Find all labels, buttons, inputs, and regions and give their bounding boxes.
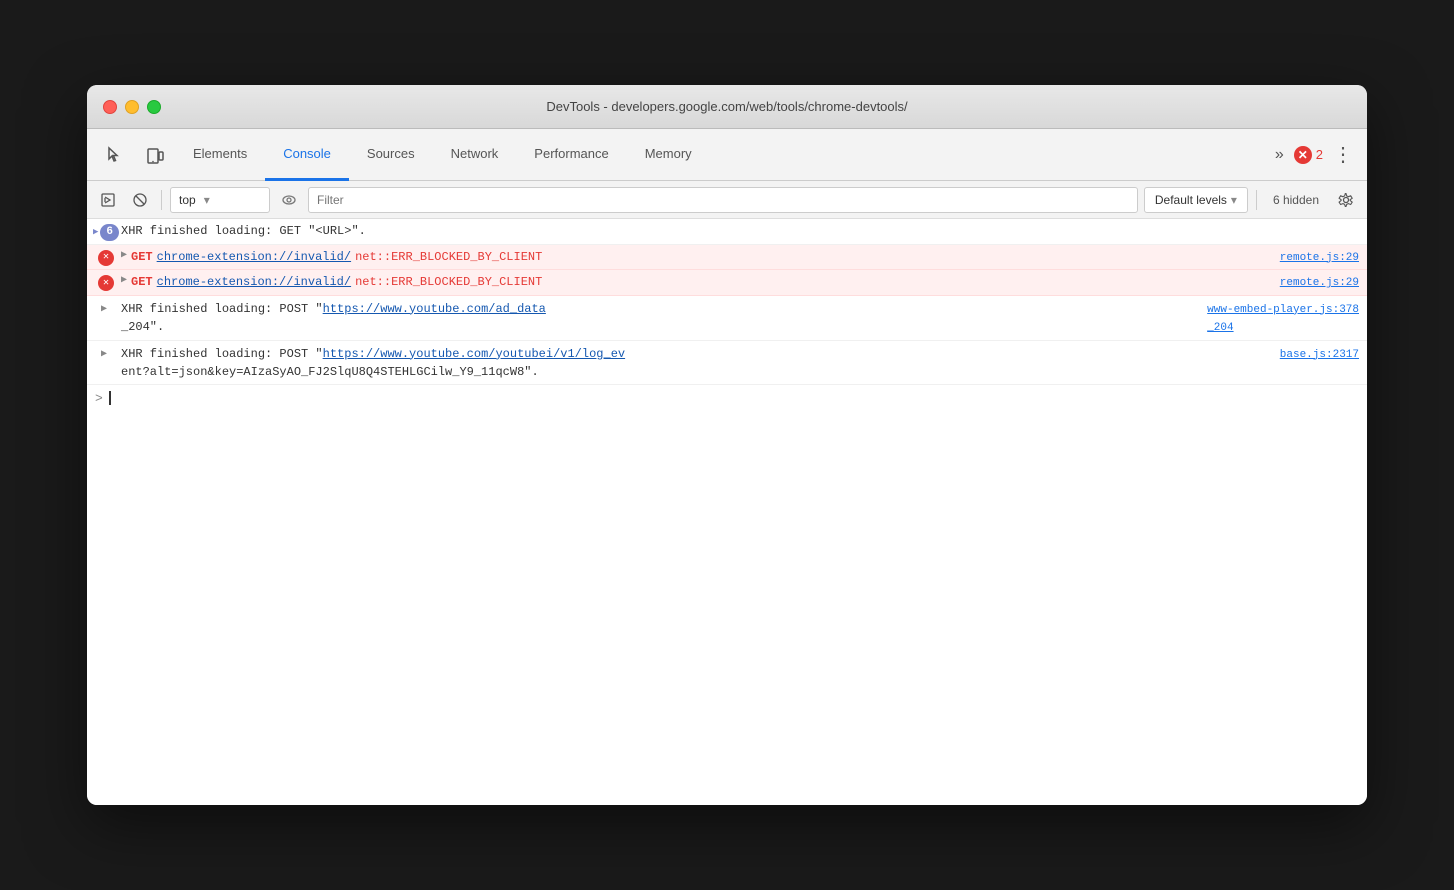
console-row-1: ▶ 6 XHR finished loading: GET "<URL>".: [87, 219, 1367, 245]
devtools-window: DevTools - developers.google.com/web/too…: [87, 85, 1367, 805]
console-cursor: [109, 391, 111, 405]
row2-method: GET: [131, 248, 153, 266]
window-title: DevTools - developers.google.com/web/too…: [546, 99, 907, 114]
row4-arrow[interactable]: ▶: [101, 302, 107, 317]
cursor-icon: [106, 146, 124, 164]
row4-source2[interactable]: _204: [1191, 320, 1233, 337]
devtools-menu-button[interactable]: ⋮: [1327, 142, 1359, 167]
row2-source[interactable]: remote.js:29: [1264, 250, 1359, 267]
row3-icon: ✕: [95, 275, 117, 291]
error-x-icon: ✕: [98, 250, 114, 266]
row5-url[interactable]: https://www.youtube.com/youtubei/v1/log_…: [323, 347, 625, 361]
console-output: ▶ 6 XHR finished loading: GET "<URL>". ✕…: [87, 219, 1367, 805]
row4-content: XHR finished loading: POST "https://www.…: [121, 300, 1359, 337]
error-badge-icon: ✕: [1294, 146, 1312, 164]
row1-icon: ▶ 6: [95, 224, 117, 241]
tabbar-right: » ✕ 2 ⋮: [1269, 129, 1367, 180]
console-toolbar: top ▾ Default levels ▾ 6 hidden: [87, 181, 1367, 219]
console-input-row[interactable]: >: [87, 385, 1367, 413]
toolbar-divider-2: [1256, 190, 1257, 210]
clear-console-button[interactable]: [127, 187, 153, 213]
console-row-5: ▶ XHR finished loading: POST "https://ww…: [87, 341, 1367, 385]
eye-icon: [281, 192, 297, 208]
maximize-button[interactable]: [147, 100, 161, 114]
tab-sources[interactable]: Sources: [349, 129, 433, 181]
levels-arrow: ▾: [1231, 193, 1237, 207]
play-icon: ▶: [93, 226, 98, 240]
row2-error: net::ERR_BLOCKED_BY_CLIENT: [355, 248, 542, 266]
console-settings-button[interactable]: [1333, 187, 1359, 213]
tabbar: Elements Console Sources Network Perform…: [87, 129, 1367, 181]
row5-text-end: ".: [524, 365, 538, 379]
row2-arrow[interactable]: ▶: [121, 248, 127, 263]
row1-content: XHR finished loading: GET "<URL>".: [121, 222, 1359, 240]
tab-elements[interactable]: Elements: [175, 129, 265, 181]
levels-label: Default levels: [1155, 193, 1227, 207]
error-badge[interactable]: ✕ 2: [1294, 146, 1323, 164]
row4-icon: ▶: [95, 302, 117, 317]
close-button[interactable]: [103, 100, 117, 114]
row3-error: net::ERR_BLOCKED_BY_CLIENT: [355, 273, 542, 291]
error-count: 2: [1316, 147, 1323, 162]
row4-text-block: XHR finished loading: POST "https://www.…: [121, 300, 1183, 336]
row4-source-block: www-embed-player.js:378 _204: [1183, 300, 1359, 337]
tab-network[interactable]: Network: [433, 129, 517, 181]
eye-button[interactable]: [276, 187, 302, 213]
row5-arrow[interactable]: ▶: [101, 347, 107, 362]
row3-arrow[interactable]: ▶: [121, 273, 127, 288]
toolbar-divider-1: [161, 190, 162, 210]
gear-icon: [1338, 192, 1354, 208]
row3-source[interactable]: remote.js:29: [1264, 275, 1359, 292]
levels-button[interactable]: Default levels ▾: [1144, 187, 1248, 213]
titlebar: DevTools - developers.google.com/web/too…: [87, 85, 1367, 129]
context-arrow: ▾: [204, 193, 210, 207]
filter-input[interactable]: [308, 187, 1138, 213]
tab-memory[interactable]: Memory: [627, 129, 710, 181]
clear-icon: [132, 192, 148, 208]
execute-button[interactable]: [95, 187, 121, 213]
console-row-3: ✕ ▶ GET chrome-extension://invalid/ net:…: [87, 270, 1367, 296]
console-row-4: ▶ XHR finished loading: POST "https://ww…: [87, 296, 1367, 341]
device-icon: [146, 146, 164, 164]
traffic-lights: [103, 100, 161, 114]
row2-url[interactable]: chrome-extension://invalid/: [157, 248, 351, 266]
inspect-element-button[interactable]: [95, 129, 135, 180]
row4-text-end: _204".: [121, 320, 164, 334]
row5-text1: XHR finished loading: POST ": [121, 347, 323, 361]
row5-source1[interactable]: base.js:2317: [1264, 347, 1359, 364]
row5-content: XHR finished loading: POST "https://www.…: [121, 345, 1359, 381]
row3-content: ▶ GET chrome-extension://invalid/ net::E…: [121, 273, 1264, 291]
row3-method: GET: [131, 273, 153, 291]
device-toolbar-button[interactable]: [135, 129, 175, 180]
row4-url[interactable]: https://www.youtube.com/ad_data: [323, 302, 546, 316]
error-x-icon-2: ✕: [98, 275, 114, 291]
context-value: top: [179, 193, 196, 207]
console-prompt: >: [95, 389, 103, 409]
row2-content: ▶ GET chrome-extension://invalid/ net::E…: [121, 248, 1264, 266]
tab-console[interactable]: Console: [265, 129, 349, 181]
row4-source1[interactable]: www-embed-player.js:378: [1191, 302, 1359, 319]
row2-icon: ✕: [95, 250, 117, 266]
row5-source-block: base.js:2317: [1256, 345, 1359, 364]
hidden-count: 6 hidden: [1265, 193, 1327, 207]
more-tabs-button[interactable]: »: [1269, 146, 1290, 164]
context-selector[interactable]: top ▾: [170, 187, 270, 213]
badge-count: 6: [100, 224, 119, 241]
minimize-button[interactable]: [125, 100, 139, 114]
execute-icon: [100, 192, 116, 208]
row1-text: XHR finished loading: GET "<URL>".: [121, 222, 366, 240]
row5-icon: ▶: [95, 347, 117, 362]
row4-text1: XHR finished loading: POST ": [121, 302, 323, 316]
row5-text2: ent?alt=json&key=AIzaSyAO_FJ2SlqU8Q4STEH…: [121, 365, 524, 379]
row3-url[interactable]: chrome-extension://invalid/: [157, 273, 351, 291]
console-row-2: ✕ ▶ GET chrome-extension://invalid/ net:…: [87, 245, 1367, 271]
row5-text-block: XHR finished loading: POST "https://www.…: [121, 345, 1256, 381]
tab-performance[interactable]: Performance: [516, 129, 626, 181]
